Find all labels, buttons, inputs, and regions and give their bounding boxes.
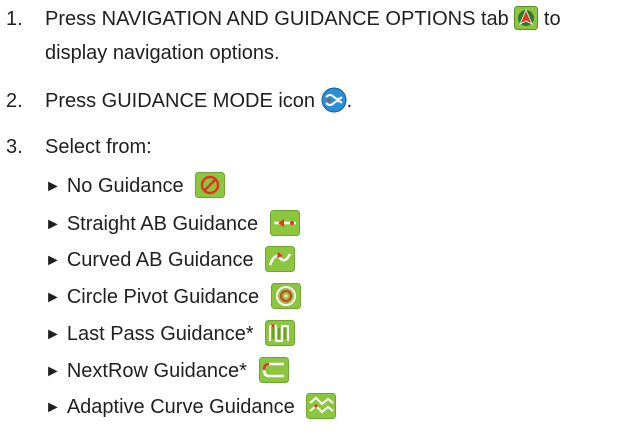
option-label: Straight AB Guidance [66, 213, 259, 235]
step-number: 1. [6, 8, 23, 30]
bullet-arrow-icon: ► [45, 399, 61, 416]
bullet-arrow-icon: ► [45, 326, 61, 343]
step-1-text-after: to [543, 8, 561, 30]
option-label: Circle Pivot Guidance [66, 286, 260, 308]
option-nextrow: ► NextRow Guidance* [45, 356, 289, 388]
bullet-arrow-icon: ► [45, 216, 61, 233]
bullet-arrow-icon: ► [45, 252, 61, 269]
option-adaptive-curve: ► Adaptive Curve Guidance [45, 392, 337, 424]
step-3-text: Select from: [45, 136, 152, 158]
option-label: Adaptive Curve Guidance [66, 396, 295, 418]
no-guidance-icon [195, 171, 226, 198]
option-straight-ab: ► Straight AB Guidance [45, 209, 300, 241]
step-number: 2. [6, 90, 23, 112]
adaptive-curve-icon [306, 392, 337, 419]
navigation-guidance-tab-icon [514, 5, 539, 30]
step-1-text: Press NAVIGATION AND GUIDANCE OPTIONS ta… [45, 8, 509, 30]
option-label: No Guidance [66, 175, 184, 197]
step-number: 3. [6, 136, 23, 158]
step-2-text: Press GUIDANCE MODE icon [45, 90, 316, 112]
step-1-text-line2: display navigation options. [45, 42, 280, 64]
option-label: Curved AB Guidance [66, 249, 254, 271]
straight-ab-icon [269, 209, 300, 236]
option-last-pass: ► Last Pass Guidance* [45, 319, 296, 351]
option-label: NextRow Guidance* [66, 360, 247, 382]
curved-ab-icon [265, 245, 296, 272]
option-no-guidance: ► No Guidance [45, 171, 226, 203]
guidance-mode-icon [321, 87, 347, 113]
option-label: Last Pass Guidance* [66, 323, 254, 345]
bullet-arrow-icon: ► [45, 289, 61, 306]
circle-pivot-icon [270, 282, 301, 309]
option-curved-ab: ► Curved AB Guidance [45, 245, 296, 277]
bullet-arrow-icon: ► [45, 178, 61, 195]
last-pass-icon [265, 319, 296, 346]
step-2-text-after: . [346, 90, 353, 112]
nextrow-icon [258, 356, 289, 383]
bullet-arrow-icon: ► [45, 363, 61, 380]
option-circle-pivot: ► Circle Pivot Guidance [45, 282, 301, 314]
